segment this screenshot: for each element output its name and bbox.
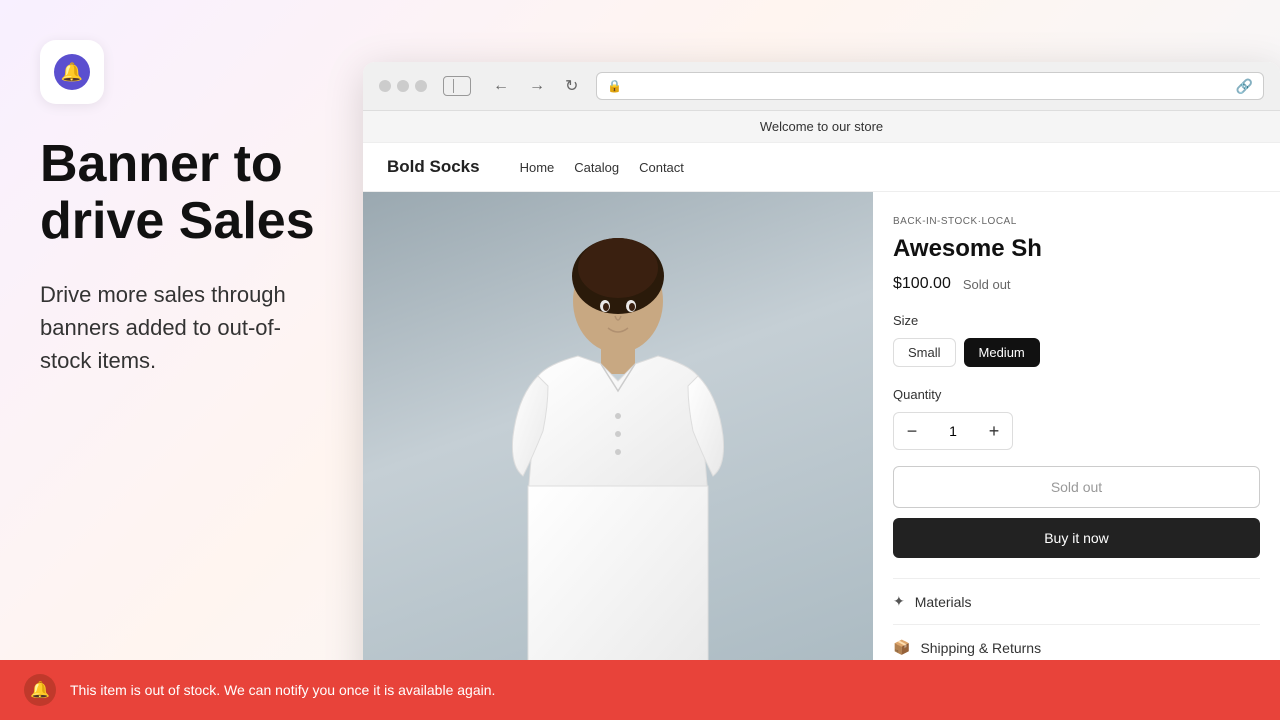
buy-now-button[interactable]: Buy it now	[893, 518, 1260, 558]
link-icon: 🔗	[1236, 78, 1253, 95]
sold-out-inline-badge: Sold out	[963, 277, 1011, 292]
shipping-label: Shipping & Returns	[920, 640, 1260, 656]
nav-home[interactable]: Home	[520, 160, 555, 175]
size-label: Size	[893, 313, 1260, 328]
accordion-materials[interactable]: ✦ Materials	[893, 579, 1260, 625]
sidebar-toggle-icon[interactable]	[443, 76, 471, 96]
product-image	[363, 192, 873, 720]
dot-minimize	[397, 80, 409, 92]
store-content: Welcome to our store Bold Socks Home Cat…	[363, 111, 1280, 720]
notification-bell-icon: 🔔	[24, 674, 56, 706]
refresh-button[interactable]: ↻	[559, 74, 584, 98]
dot-maximize	[415, 80, 427, 92]
hero-title: Banner to drive Sales	[40, 136, 320, 250]
browser-chrome: ← → ↻ 🔒 🔗	[363, 62, 1280, 111]
nav-buttons: ← → ↻	[487, 74, 584, 98]
nav-contact[interactable]: Contact	[639, 160, 684, 175]
product-price: $100.00	[893, 275, 951, 293]
quantity-value: 1	[930, 423, 976, 439]
materials-label: Materials	[915, 594, 1260, 610]
bell-icon: 🔔	[54, 54, 90, 90]
nav-catalog[interactable]: Catalog	[574, 160, 619, 175]
quantity-label: Quantity	[893, 387, 1260, 402]
quantity-increase[interactable]: +	[976, 413, 1012, 449]
back-button[interactable]: ←	[487, 74, 515, 98]
address-bar[interactable]: 🔒 🔗	[596, 72, 1264, 100]
size-options: Small Medium	[893, 338, 1260, 367]
lock-icon: 🔒	[607, 79, 622, 93]
person-illustration	[468, 216, 768, 696]
size-medium[interactable]: Medium	[964, 338, 1040, 367]
notification-bar: 🔔 This item is out of stock. We can noti…	[0, 660, 1280, 720]
materials-icon: ✦	[893, 593, 905, 610]
store-banner: Welcome to our store	[363, 111, 1280, 143]
banner-text: Welcome to our store	[760, 119, 883, 134]
notification-text: This item is out of stock. We can notify…	[70, 682, 495, 698]
sold-out-button: Sold out	[893, 466, 1260, 508]
product-details: BACK-IN-STOCK·LOCAL Awesome Sh $100.00 S…	[873, 192, 1280, 720]
shipping-icon: 📦	[893, 639, 910, 656]
price-row: $100.00 Sold out	[893, 275, 1260, 293]
hero-description: Drive more sales through banners added t…	[40, 278, 320, 377]
quantity-control: − 1 +	[893, 412, 1013, 450]
quantity-decrease[interactable]: −	[894, 413, 930, 449]
size-small[interactable]: Small	[893, 338, 956, 367]
product-badge: BACK-IN-STOCK·LOCAL	[893, 216, 1260, 227]
dot-close	[379, 80, 391, 92]
forward-button[interactable]: →	[523, 74, 551, 98]
product-image-container	[363, 192, 873, 720]
product-title: Awesome Sh	[893, 235, 1260, 263]
store-logo: Bold Socks	[387, 157, 480, 177]
traffic-lights	[379, 80, 427, 92]
nav-links: Home Catalog Contact	[520, 160, 684, 175]
left-panel: 🔔 Banner to drive Sales Drive more sales…	[0, 0, 360, 720]
app-icon-wrapper: 🔔	[40, 40, 104, 104]
browser-window: ← → ↻ 🔒 🔗 Welcome to our store Bold Sock…	[363, 62, 1280, 720]
store-nav: Bold Socks Home Catalog Contact	[363, 143, 1280, 192]
product-area: BACK-IN-STOCK·LOCAL Awesome Sh $100.00 S…	[363, 192, 1280, 720]
